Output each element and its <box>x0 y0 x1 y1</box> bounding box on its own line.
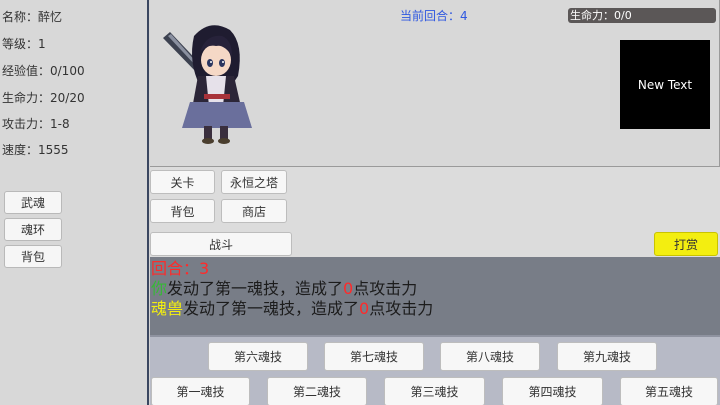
enemy-portrait: New Text <box>620 40 710 129</box>
log-player-text-b: 点攻击力 <box>353 279 418 298</box>
side-bag-button[interactable]: 背包 <box>4 245 62 268</box>
player-hp: 生命力：20/20 <box>2 91 85 105</box>
player-speed: 速度：1555 <box>2 143 69 157</box>
skill-8-button[interactable]: 第八魂技 <box>440 342 540 371</box>
battle-log: 回合：3 你发动了第一魂技，造成了0点攻击力 魂兽发动了第一魂技，造成了0点攻击… <box>150 257 720 335</box>
log-round-value: 3 <box>199 259 210 278</box>
skill-6-button[interactable]: 第六魂技 <box>208 342 308 371</box>
current-turn-label: 当前回合：4 <box>400 9 468 23</box>
log-beast-text-a: 发动了第一魂技，造成了 <box>183 299 360 318</box>
soul-ring-button[interactable]: 魂环 <box>4 218 62 241</box>
skill-9-button[interactable]: 第九魂技 <box>557 342 657 371</box>
reward-button[interactable]: 打赏 <box>654 232 718 256</box>
bag-button[interactable]: 背包 <box>150 199 215 223</box>
player-name: 名称：醉忆 <box>2 10 63 24</box>
player-level: 等级：1 <box>2 37 46 51</box>
enemy-portrait-text: New Text <box>637 77 693 92</box>
log-beast-text-b: 点攻击力 <box>369 299 434 318</box>
skill-4-button[interactable]: 第四魂技 <box>502 377 603 405</box>
hero-character-sprite <box>163 25 252 144</box>
stage-button[interactable]: 关卡 <box>150 170 215 194</box>
skill-5-button[interactable]: 第五魂技 <box>620 377 718 405</box>
log-beast-actor: 魂兽 <box>151 299 184 318</box>
skill-panel: 第六魂技 第七魂技 第八魂技 第九魂技 第一魂技 第二魂技 第三魂技 第四魂技 … <box>150 335 720 405</box>
battle-stage: 当前回合：4 生命力：0/0 New Text <box>150 0 720 167</box>
skill-2-button[interactable]: 第二魂技 <box>267 377 367 405</box>
player-exp: 经验值：0/100 <box>2 64 85 78</box>
log-player-line: 你发动了第一魂技，造成了0点攻击力 <box>151 279 720 299</box>
log-beast-damage: 0 <box>359 299 370 318</box>
action-area: 关卡 永恒之塔 背包 商店 战斗 打赏 <box>150 167 720 257</box>
enemy-hp-text: 生命力：0/0 <box>570 9 632 22</box>
skill-3-button[interactable]: 第三魂技 <box>384 377 485 405</box>
log-player-actor: 你 <box>151 279 168 298</box>
eternal-tower-button[interactable]: 永恒之塔 <box>221 170 287 194</box>
log-round-label: 回合： <box>151 259 200 278</box>
log-player-damage: 0 <box>343 279 354 298</box>
skill-1-button[interactable]: 第一魂技 <box>151 377 250 405</box>
log-round-line: 回合：3 <box>151 259 720 279</box>
martial-soul-button[interactable]: 武魂 <box>4 191 62 214</box>
log-beast-line: 魂兽发动了第一魂技，造成了0点攻击力 <box>151 299 720 319</box>
player-stats-panel: 名称：醉忆 等级：1 经验值：0/100 生命力：20/20 攻击力：1-8 速… <box>0 0 149 405</box>
player-attack: 攻击力：1-8 <box>2 117 70 131</box>
fight-button[interactable]: 战斗 <box>150 232 292 256</box>
enemy-hp-bar: 生命力：0/0 <box>568 8 716 23</box>
shop-button[interactable]: 商店 <box>221 199 287 223</box>
skill-7-button[interactable]: 第七魂技 <box>324 342 424 371</box>
log-player-text-a: 发动了第一魂技，造成了 <box>167 279 344 298</box>
